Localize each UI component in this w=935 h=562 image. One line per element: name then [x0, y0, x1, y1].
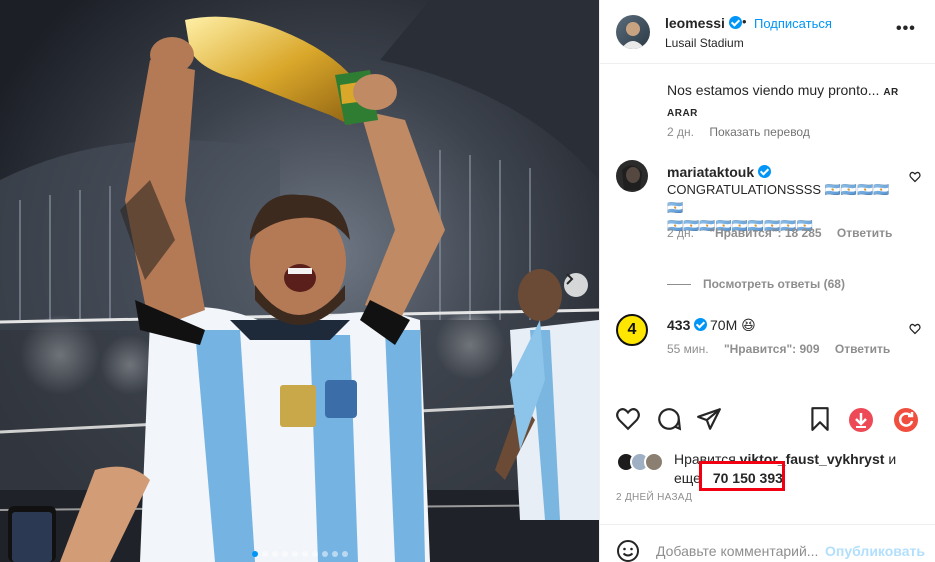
comment-1-time: 2 дн. — [667, 125, 694, 139]
refresh-icon — [898, 412, 914, 427]
likes-more: еще — [674, 470, 701, 486]
chevron-right-icon — [566, 273, 574, 285]
verified-badge-icon — [694, 318, 708, 331]
author-username[interactable]: leomessi — [665, 15, 742, 31]
carousel-dot — [262, 551, 268, 557]
author-avatar[interactable] — [616, 15, 650, 49]
show-translation-button[interactable]: Показать перевод — [709, 125, 810, 139]
comment-3-username-text: 433 — [667, 317, 691, 333]
comment-2-text-line1: CONGRATULATIONSSSS 🇦🇷🇦🇷🇦🇷🇦🇷🇦🇷 — [667, 182, 890, 215]
comment-1-text: Nos estamos viendo muy pronto... — [667, 82, 880, 98]
carousel-dot — [332, 551, 338, 557]
liker-avatar-3[interactable] — [644, 452, 664, 472]
comment-input[interactable] — [656, 543, 819, 559]
comment-2-avatar-image — [622, 165, 642, 190]
likes-and: и — [888, 451, 897, 467]
comment-3-avatar[interactable]: 4 — [616, 314, 648, 346]
carousel-dot — [322, 551, 328, 557]
follow-button[interactable]: Подписаться — [754, 16, 832, 31]
comment-3-time: 55 мин. — [667, 342, 709, 356]
view-replies-text: Посмотреть ответы (68) — [703, 277, 845, 291]
verified-badge-icon — [728, 16, 742, 29]
next-photo-button[interactable] — [564, 273, 588, 297]
like-comment-3-heart-icon[interactable] — [909, 323, 921, 335]
like-comment-2-heart-icon[interactable] — [909, 171, 921, 183]
carousel-dot — [312, 551, 318, 557]
comment-2-reply-button[interactable]: Ответить — [837, 226, 892, 240]
comment-3-avatar-label: 4 — [627, 321, 637, 338]
carousel-dot — [342, 551, 348, 557]
carousel-dot — [292, 551, 298, 557]
heart-icon[interactable] — [615, 406, 641, 432]
publish-button[interactable]: Опубликовать — [825, 543, 925, 559]
photo-illustration — [0, 0, 599, 562]
comment-3-reply-button[interactable]: Ответить — [835, 342, 890, 356]
verified-badge-icon — [758, 165, 772, 178]
comment-2-username[interactable]: mariataktouk — [667, 164, 772, 180]
carousel-dot-active — [252, 551, 258, 557]
emoji-icon[interactable] — [616, 539, 640, 562]
author-username-text: leomessi — [665, 15, 725, 31]
refresh-button[interactable] — [894, 408, 918, 432]
download-icon — [855, 413, 867, 428]
post-photo[interactable] — [0, 0, 599, 562]
carousel-dot — [282, 551, 288, 557]
share-icon[interactable] — [696, 406, 722, 432]
header-separator: • — [742, 14, 747, 29]
post-header: leomessi • Подписаться Lusail Stadium ••… — [600, 0, 935, 64]
carousel-dot — [302, 551, 308, 557]
comment-1-text-block: Nos estamos viendo muy pronto... AR ARAR — [667, 81, 922, 123]
post-actions-bar — [600, 400, 935, 440]
comment-3-username[interactable]: 433 — [667, 317, 708, 333]
carousel-dot — [272, 551, 278, 557]
likes-count-highlight — [699, 461, 785, 491]
carousel-indicator — [252, 551, 348, 557]
more-options-button[interactable]: ••• — [896, 20, 916, 38]
comment-1-meta: 2 дн. Показать перевод — [667, 125, 822, 139]
comment-2-meta: 2 дн. "Нравится": 18 285 Ответить — [667, 226, 904, 240]
view-replies-button[interactable]: Посмотреть ответы (68) — [667, 277, 857, 291]
comment-2-avatar[interactable] — [616, 160, 648, 192]
post-location[interactable]: Lusail Stadium — [665, 36, 744, 50]
add-comment-bar: Опубликовать — [600, 524, 935, 562]
comment-3-text: 70M 😆 — [710, 317, 756, 333]
author-avatar-image — [621, 22, 645, 49]
comment-2-username-text: mariataktouk — [667, 164, 755, 180]
bookmark-icon[interactable] — [807, 406, 833, 432]
comment-2-time: 2 дн. — [667, 226, 694, 240]
comment-3-likes[interactable]: "Нравится": 909 — [724, 342, 820, 356]
comment-icon[interactable] — [656, 406, 682, 432]
comment-3-meta: 55 мин. "Нравится": 909 Ответить — [667, 342, 902, 356]
view-replies-line — [667, 284, 691, 286]
post-date[interactable]: 2 ДНЕЙ НАЗАД — [616, 492, 692, 503]
comment-2-likes[interactable]: "Нравится": 18 285 — [709, 226, 821, 240]
download-button[interactable] — [849, 408, 873, 432]
